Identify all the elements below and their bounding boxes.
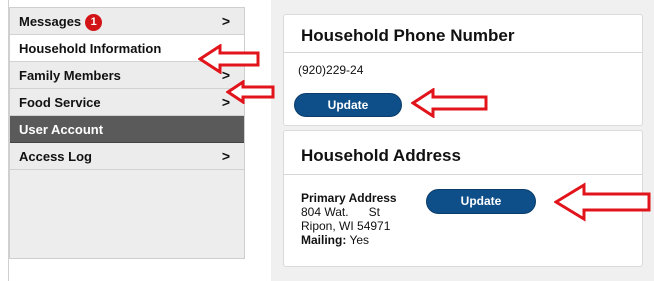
update-phone-button[interactable]: Update [294, 93, 402, 117]
sidebar-item-label: User Account [19, 122, 104, 137]
address-city: Ripon, WI 54971 [301, 219, 391, 233]
sidebar-item-label: Family Members [19, 68, 121, 83]
address-street: 804 Wat. St [301, 205, 380, 219]
sidebar-item-access-log[interactable]: Access Log > [10, 143, 244, 170]
sidebar-item-label: Messages [19, 14, 82, 29]
card-title: Household Address [301, 146, 461, 165]
phone-number-value: (920)229-24 [298, 63, 364, 77]
mailing-row: Mailing: Yes [301, 233, 369, 247]
primary-address-label: Primary Address [301, 191, 397, 205]
left-edge [0, 0, 9, 281]
sidebar-item-label: Food Service [19, 95, 101, 110]
sidebar-item-label: Access Log [19, 149, 92, 164]
mailing-value: Yes [349, 233, 370, 247]
sidebar-item-label: Household Information [19, 41, 162, 56]
chevron-right-icon: > [221, 13, 230, 29]
card-title: Household Phone Number [301, 26, 515, 45]
annotation-arrow-icon [198, 44, 260, 74]
sidebar-item-food-service[interactable]: Food Service > [10, 89, 244, 116]
update-address-button[interactable]: Update [426, 189, 536, 214]
chevron-right-icon: > [221, 148, 230, 164]
divider [284, 52, 642, 53]
message-count-badge: 1 [85, 14, 103, 31]
sidebar-item-messages[interactable]: Messages 1 > [10, 8, 244, 35]
sidebar-item-user-account[interactable]: User Account [10, 116, 244, 143]
mailing-label: Mailing: [301, 233, 347, 247]
annotation-arrow-icon [554, 182, 651, 222]
annotation-arrow-icon [226, 80, 275, 104]
divider [284, 174, 642, 175]
annotation-arrow-icon [411, 88, 488, 118]
